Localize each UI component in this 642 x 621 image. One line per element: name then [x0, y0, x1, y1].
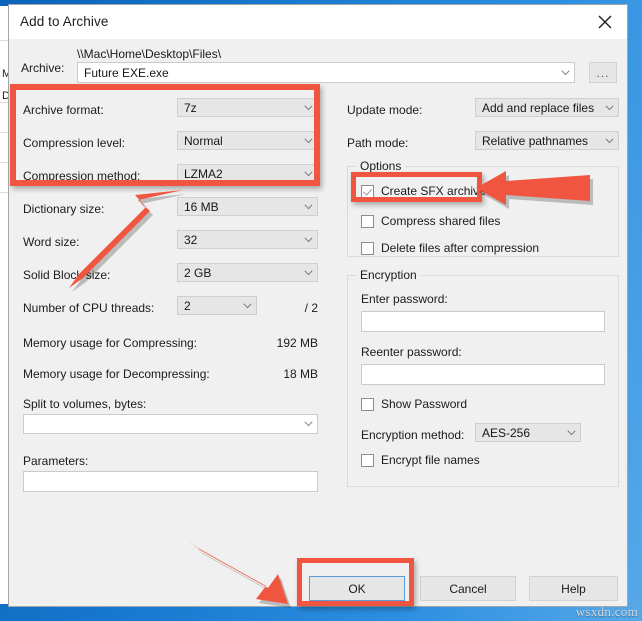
- add-to-archive-dialog: Add to Archive Archive: \\Mac\Home\Deskt…: [8, 4, 628, 607]
- archive-path-text: \\Mac\Home\Desktop\Files\: [77, 47, 221, 61]
- solid-block-size-value: 2 GB: [178, 266, 299, 280]
- cpu-threads-value: 2: [178, 299, 238, 313]
- encryption-method-combobox[interactable]: AES-256: [475, 423, 581, 442]
- update-mode-label: Update mode:: [347, 103, 422, 117]
- checkbox-delete-files-after-compression-label: Delete files after compression: [381, 241, 539, 255]
- dictionary-size-combobox[interactable]: 16 MB: [177, 197, 318, 216]
- update-mode-combobox[interactable]: Add and replace files: [475, 98, 619, 117]
- split-volumes-combobox[interactable]: [23, 414, 318, 434]
- encryption-method-value: AES-256: [476, 426, 562, 440]
- chevron-down-icon: [238, 303, 256, 309]
- reenter-password-input[interactable]: [361, 364, 605, 385]
- archive-format-value: 7z: [178, 101, 299, 115]
- path-mode-combobox[interactable]: Relative pathnames: [475, 131, 619, 150]
- encryption-group-title: Encryption: [356, 268, 421, 282]
- cpu-threads-label: Number of CPU threads:: [23, 301, 154, 315]
- checkbox-create-sfx-archive[interactable]: Create SFX archive: [361, 184, 486, 198]
- ok-button[interactable]: OK: [309, 576, 405, 601]
- chevron-down-icon: [600, 105, 618, 111]
- compression-method-label: Compression method:: [23, 169, 140, 183]
- chevron-down-icon: [299, 237, 317, 243]
- chevron-down-icon: [299, 270, 317, 276]
- compression-level-value: Normal: [178, 134, 299, 148]
- split-volumes-label: Split to volumes, bytes:: [23, 397, 146, 411]
- chevron-down-icon: [562, 430, 580, 436]
- chevron-down-icon: [299, 105, 317, 111]
- reenter-password-label: Reenter password:: [361, 345, 462, 359]
- compression-level-combobox[interactable]: Normal: [177, 131, 318, 150]
- chevron-down-icon: [556, 70, 574, 76]
- chevron-down-icon: [299, 204, 317, 210]
- cpu-threads-combobox[interactable]: 2: [177, 296, 257, 315]
- compression-method-value: LZMA2: [178, 167, 299, 181]
- memory-decompressing-value: 18 MB: [218, 367, 318, 381]
- title-bar: Add to Archive: [9, 5, 627, 39]
- close-icon: [598, 15, 612, 29]
- word-size-value: 32: [178, 233, 299, 247]
- dictionary-size-value: 16 MB: [178, 200, 299, 214]
- memory-decompressing-label: Memory usage for Decompressing:: [23, 367, 210, 381]
- memory-compressing-value: 192 MB: [218, 336, 318, 350]
- cancel-button[interactable]: Cancel: [420, 576, 516, 601]
- archive-filename-value: Future EXE.exe: [78, 66, 556, 80]
- encryption-method-label: Encryption method:: [361, 428, 464, 442]
- solid-block-size-combobox[interactable]: 2 GB: [177, 263, 318, 282]
- word-size-label: Word size:: [23, 235, 79, 249]
- watermark: wsxdn.com: [576, 604, 638, 620]
- window-title: Add to Archive: [20, 14, 108, 29]
- enter-password-label: Enter password:: [361, 292, 448, 306]
- archive-label: Archive:: [21, 61, 64, 75]
- chevron-down-icon: [600, 138, 618, 144]
- chevron-down-icon: [299, 171, 317, 177]
- compression-method-combobox[interactable]: LZMA2: [177, 164, 318, 183]
- chevron-down-icon: [299, 421, 317, 427]
- path-mode-label: Path mode:: [347, 136, 408, 150]
- checkbox-icon: [361, 454, 374, 467]
- path-mode-value: Relative pathnames: [476, 134, 600, 148]
- archive-format-label: Archive format:: [23, 103, 104, 117]
- parameters-input[interactable]: [23, 471, 318, 492]
- checkbox-show-password-label: Show Password: [381, 397, 467, 411]
- checkbox-encrypt-file-names-label: Encrypt file names: [381, 453, 480, 467]
- close-button[interactable]: [583, 5, 627, 39]
- archive-filename-combobox[interactable]: Future EXE.exe: [77, 62, 575, 83]
- enter-password-input[interactable]: [361, 311, 605, 332]
- memory-compressing-label: Memory usage for Compressing:: [23, 336, 197, 350]
- parameters-label: Parameters:: [23, 454, 88, 468]
- solid-block-size-label: Solid Block size:: [23, 268, 110, 282]
- checkbox-icon: [361, 215, 374, 228]
- checkbox-compress-shared-files-label: Compress shared files: [381, 214, 500, 228]
- archive-format-combobox[interactable]: 7z: [177, 98, 318, 117]
- dictionary-size-label: Dictionary size:: [23, 202, 104, 216]
- checkbox-show-password[interactable]: Show Password: [361, 397, 467, 411]
- checkbox-encrypt-file-names[interactable]: Encrypt file names: [361, 453, 480, 467]
- update-mode-value: Add and replace files: [476, 101, 600, 115]
- chevron-down-icon: [299, 138, 317, 144]
- help-button[interactable]: Help: [529, 576, 618, 601]
- checkbox-icon: [361, 398, 374, 411]
- word-size-combobox[interactable]: 32: [177, 230, 318, 249]
- dialog-body: Archive: \\Mac\Home\Desktop\Files\ Futur…: [9, 39, 627, 606]
- options-group-title: Options: [356, 159, 405, 173]
- cpu-threads-total: / 2: [268, 301, 318, 315]
- checkbox-icon: [361, 185, 374, 198]
- checkbox-icon: [361, 242, 374, 255]
- browse-button[interactable]: ...: [589, 62, 617, 83]
- checkbox-compress-shared-files[interactable]: Compress shared files: [361, 214, 500, 228]
- compression-level-label: Compression level:: [23, 136, 125, 150]
- checkbox-delete-files-after-compression[interactable]: Delete files after compression: [361, 241, 539, 255]
- checkbox-create-sfx-archive-label: Create SFX archive: [381, 184, 486, 198]
